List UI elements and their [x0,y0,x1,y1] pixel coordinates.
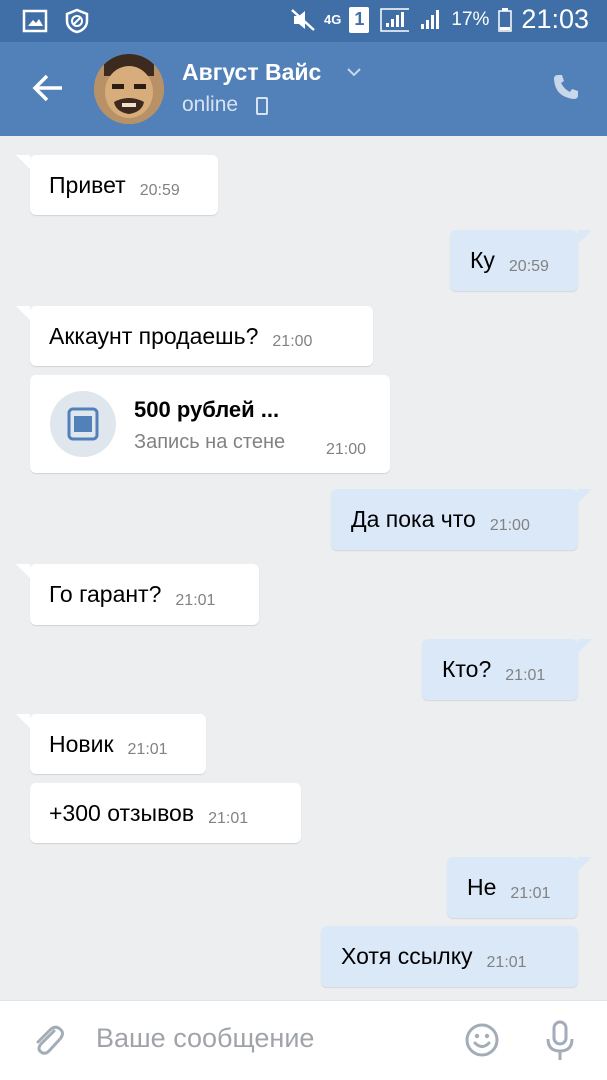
message-text: Хотя ссылку [341,943,473,969]
message-incoming[interactable]: Аккаунт продаешь? 21:00 [16,306,373,366]
network-type: 4G [324,11,342,27]
phone-icon[interactable] [551,72,581,102]
blocked-icon [65,8,89,34]
message-text: Го гарант? [49,581,162,607]
avatar[interactable] [94,54,164,124]
message-outgoing[interactable]: Да пока что 21:00 [331,489,592,550]
back-arrow-icon[interactable] [28,68,68,108]
message-outgoing[interactable]: Ку 20:59 [450,230,592,291]
status-bar: 4G 1 17% 21:03 [0,0,607,42]
message-incoming[interactable]: Новик 21:01 [16,714,206,774]
contact-name[interactable]: Август Вайс [182,59,321,86]
wall-post-title: 500 рублей ... [134,397,280,422]
message-outgoing[interactable]: Не 21:01 [447,857,592,918]
clock: 21:03 [521,4,589,34]
message-time: 20:59 [508,257,549,275]
online-status: online [182,93,239,116]
message-text: Новик [49,730,114,757]
message-text: Привет [49,171,126,198]
message-time: 21:01 [175,591,216,609]
chevron-down-icon[interactable] [346,64,362,80]
message-incoming[interactable]: Привет 20:59 [16,155,218,215]
wall-post-attachment[interactable]: 500 рублей ... Запись на стене 21:00 [30,375,390,473]
message-text: Аккаунт продаешь? [49,322,259,349]
message-time: 21:01 [486,953,527,971]
chat-header: Август Вайс online [0,42,607,136]
mobile-icon [256,97,268,115]
message-text: Ку [470,247,495,273]
message-text: Не [467,874,497,900]
microphone-icon[interactable] [544,1019,576,1063]
battery-icon [498,7,513,32]
wall-post-icon [50,391,116,457]
message-text: +300 отзывов [49,799,195,826]
message-time: 21:00 [326,441,367,458]
message-composer: Ваше сообщение [0,1000,607,1080]
wall-post-subtitle: Запись на стене [134,431,286,453]
mute-icon [291,8,315,31]
signal-icon-2 [421,9,440,29]
message-time: 21:01 [208,810,249,827]
message-input[interactable]: Ваше сообщение [96,1023,314,1054]
message-outgoing[interactable]: Кто? 21:01 [422,639,592,700]
message-time: 21:01 [510,884,551,902]
signal-icon [380,7,410,32]
emoji-icon[interactable] [464,1022,500,1058]
sim-icon: 1 [349,6,370,33]
message-time: 20:59 [139,182,180,199]
message-time: 21:01 [505,666,546,684]
gallery-icon [22,9,48,33]
message-outgoing[interactable]: Хотя ссылку 21:01 [321,926,578,987]
attach-icon[interactable] [30,1021,66,1061]
message-text: Кто? [442,656,492,682]
message-time: 21:00 [272,333,313,350]
battery-percent: 17% [451,8,490,30]
message-incoming[interactable]: +300 отзывов 21:01 [30,783,301,843]
message-text: Да пока что [351,506,476,532]
message-time: 21:00 [489,516,530,534]
message-incoming[interactable]: Го гарант? 21:01 [16,564,259,625]
message-time: 21:01 [127,741,168,758]
